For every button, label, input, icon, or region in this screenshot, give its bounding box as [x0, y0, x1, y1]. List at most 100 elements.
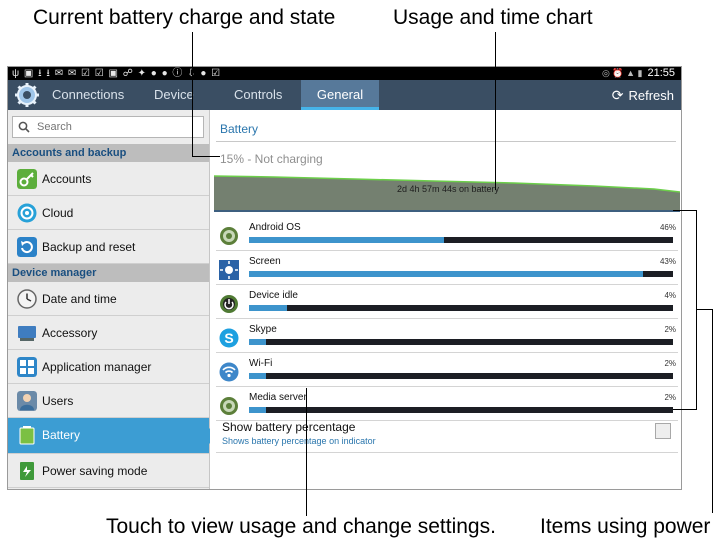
- setting-subtitle: Shows battery percentage on indicator: [222, 436, 376, 446]
- svg-text:S: S: [224, 330, 233, 346]
- status-indicators: ◎ ⏰ ▲ ▮ 21:55: [602, 67, 675, 80]
- charge-status: 15% - Not charging: [220, 152, 323, 166]
- usage-bar: [249, 339, 673, 345]
- sidebar-item-date-and-time[interactable]: Date and time: [8, 282, 209, 316]
- key-icon: [17, 169, 37, 189]
- sidebar-item-battery[interactable]: Battery: [8, 418, 217, 454]
- settings-gear-icon: [15, 83, 39, 107]
- refresh-button[interactable]: ⟳ Refresh: [612, 80, 674, 110]
- leader-line: [192, 32, 193, 157]
- usage-percent: 43%: [659, 257, 676, 266]
- usage-bar-fill: [249, 305, 288, 311]
- tab-general[interactable]: General: [301, 80, 379, 110]
- usage-bar: [249, 237, 673, 243]
- status-time: 21:55: [647, 67, 675, 79]
- usage-percent: 46%: [659, 223, 676, 232]
- sidebar-item-accounts[interactable]: Accounts: [8, 162, 209, 196]
- cloud-icon: [17, 203, 37, 223]
- tab-controls[interactable]: Controls: [234, 80, 282, 110]
- bracket-line: [696, 210, 697, 410]
- search-input[interactable]: [37, 119, 197, 135]
- wifi-icon: [219, 362, 239, 382]
- sidebar-item-label: Cloud: [42, 206, 74, 220]
- sidebar-item-users[interactable]: Users: [8, 384, 209, 418]
- status-bar: ψ ▣ ⭳ ⭳ ✉ ✉ ☑ ☑ ▣ ☍ ✦ ● ● ⓘ ⇩ ● ☑ ◎ ⏰ ▲ …: [8, 67, 681, 80]
- usage-bar: [249, 373, 673, 379]
- header-divider: [216, 141, 676, 142]
- leader-line: [306, 388, 307, 516]
- sidebar-item-backup-and-reset[interactable]: Backup and reset: [8, 230, 209, 264]
- sidebar-item-cloud[interactable]: Cloud: [8, 196, 209, 230]
- usage-bar: [249, 407, 673, 413]
- backup-icon: [17, 237, 37, 257]
- show-percentage-setting[interactable]: Show battery percentage Shows battery pe…: [216, 415, 678, 453]
- tab-connections[interactable]: Connections: [52, 80, 124, 110]
- leader-line: [192, 156, 220, 157]
- usage-bar-fill: [249, 373, 266, 379]
- usage-percent: 4%: [664, 291, 676, 300]
- apps-grid-icon: [17, 357, 37, 377]
- power-saving-icon: [20, 462, 34, 480]
- setting-title: Show battery percentage: [222, 420, 356, 434]
- notification-icons: ψ ▣ ⭳ ⭳ ✉ ✉ ☑ ☑ ▣ ☍ ✦ ● ● ⓘ ⇩ ● ☑: [12, 68, 222, 79]
- callout-battery-charge: Current battery charge and state: [33, 6, 336, 29]
- sidebar-item-application-manager[interactable]: Application manager: [8, 350, 209, 384]
- usage-name: Skype: [249, 324, 277, 335]
- bracket-line: [673, 409, 697, 410]
- leader-line: [495, 32, 496, 190]
- usage-name: Media server: [249, 392, 307, 403]
- sidebar-item-label: Date and time: [42, 292, 117, 306]
- search-icon: [18, 121, 30, 133]
- refresh-icon: ⟳: [611, 87, 624, 103]
- usage-row-skype[interactable]: S Skype 2%: [216, 319, 678, 353]
- bracket-line: [673, 210, 697, 211]
- usage-bar: [249, 305, 673, 311]
- user-icon: [17, 391, 37, 411]
- tab-device[interactable]: Device: [154, 80, 194, 110]
- accessory-icon: [18, 326, 36, 341]
- android-icon: [220, 227, 238, 245]
- battery-icon: [19, 426, 35, 445]
- settings-screen: ψ ▣ ⭳ ⭳ ✉ ✉ ☑ ☑ ▣ ☍ ✦ ● ● ⓘ ⇩ ● ☑ ◎ ⏰ ▲ …: [7, 66, 682, 490]
- skype-icon: S: [219, 328, 239, 348]
- tab-bar: Connections Device Controls General ⟳ Ref…: [8, 80, 681, 110]
- show-percentage-checkbox[interactable]: [655, 423, 671, 439]
- sidebar-item-power-saving-mode[interactable]: Power saving mode: [8, 454, 209, 488]
- callout-items-using-power: Items using power: [540, 515, 711, 538]
- usage-name: Android OS: [249, 222, 301, 233]
- usage-bar-fill: [249, 271, 644, 277]
- usage-bar-fill: [249, 237, 445, 243]
- usage-bar-fill: [249, 339, 266, 345]
- sidebar-item-label: Users: [42, 394, 74, 408]
- clock-icon: [17, 289, 37, 309]
- usage-bar: [249, 271, 673, 277]
- battery-panel: Battery 15% - Not charging 2d 4h 57m 44s…: [210, 110, 681, 489]
- sidebar-item-label: Accessory: [42, 326, 98, 340]
- page-title: Battery: [220, 122, 259, 136]
- sidebar-item-label: Backup and reset: [42, 240, 136, 254]
- sidebar-item-label: Accounts: [42, 172, 92, 186]
- search-box[interactable]: [12, 116, 204, 138]
- signal-icon: ◎ ⏰ ▲ ▮: [602, 68, 643, 78]
- sidebar-item-accessory[interactable]: Accessory: [8, 316, 209, 350]
- usage-percent: 2%: [664, 359, 676, 368]
- settings-sidebar: Accounts and backup Accounts Cloud Backu…: [8, 110, 217, 489]
- usage-name: Device idle: [249, 290, 298, 301]
- android-icon: [220, 397, 238, 415]
- refresh-label: Refresh: [628, 88, 674, 103]
- callout-usage-chart: Usage and time chart: [393, 6, 593, 29]
- usage-row-screen[interactable]: Screen 43%: [216, 251, 678, 285]
- usage-name: Screen: [249, 256, 281, 267]
- sidebar-item-label: Application manager: [42, 360, 152, 374]
- chart-duration-label: 2d 4h 57m 44s on battery: [396, 184, 500, 194]
- usage-row-wifi[interactable]: Wi-Fi 2%: [216, 353, 678, 387]
- sidebar-item-label: Battery: [42, 428, 81, 442]
- callout-touch-usage: Touch to view usage and change settings.: [106, 515, 496, 538]
- usage-name: Wi-Fi: [249, 358, 273, 369]
- usage-row-android-os[interactable]: Android OS 46%: [216, 217, 678, 251]
- usage-percent: 2%: [664, 325, 676, 334]
- usage-row-device-idle[interactable]: Device idle 4%: [216, 285, 678, 319]
- usage-percent: 2%: [664, 393, 676, 402]
- section-device-manager: Device manager: [8, 264, 209, 282]
- chart-baseline: [214, 210, 680, 212]
